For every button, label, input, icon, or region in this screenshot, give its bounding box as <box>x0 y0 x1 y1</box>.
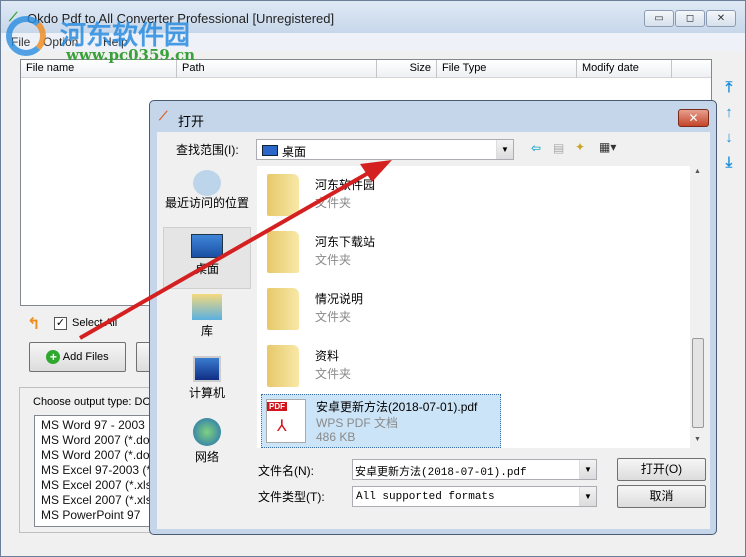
place-desktop[interactable]: 桌面 <box>163 227 251 289</box>
computer-icon <box>193 356 221 382</box>
folder-icon <box>267 288 299 330</box>
column-modify-date[interactable]: Modify date <box>577 60 672 78</box>
add-files-label: Add Files <box>62 351 109 363</box>
filetype-combo[interactable]: All supported formats ▼ <box>352 486 597 507</box>
list-item[interactable]: MS Word 2007 (*.do <box>41 448 150 463</box>
folder-icon <box>267 174 299 216</box>
view-menu-icon[interactable]: ▦▾ <box>599 140 616 154</box>
list-item[interactable]: MS Word 2007 (*.do <box>41 433 150 448</box>
new-folder-icon[interactable]: ✦ <box>575 140 585 154</box>
desktop-icon <box>262 145 278 156</box>
column-file-type[interactable]: File Type <box>437 60 577 78</box>
dialog-close-button[interactable]: ✕ <box>678 109 709 127</box>
file-list[interactable]: 河东软件园 文件夹 河东下载站 文件夹 情况说明 文件夹 资料 文件夹 PDF ⅄ 安卓… <box>257 166 706 448</box>
file-name: 河东软件园 <box>315 178 376 192</box>
scrollbar[interactable]: ▲ ▼ <box>690 166 706 448</box>
file-name: 河东下载站 <box>315 235 376 249</box>
recent-places-icon <box>193 170 221 196</box>
output-type-label: Choose output type: DO <box>33 396 152 408</box>
chevron-down-icon[interactable]: ▼ <box>496 140 513 159</box>
file-name: 资料 <box>315 349 340 363</box>
column-size[interactable]: Size <box>377 60 437 78</box>
look-in-value: 桌面 <box>282 145 307 159</box>
watermark-logo <box>6 16 46 56</box>
output-type-list[interactable]: MS Word 97 - 2003 MS Word 2007 (*.do MS … <box>34 415 159 527</box>
list-item[interactable]: MS Word 97 - 2003 <box>41 418 145 433</box>
list-item[interactable]: MS PowerPoint 97 <box>41 508 140 523</box>
dialog-title: 打开 <box>178 114 205 129</box>
move-down-icon[interactable]: ↓ <box>721 130 737 146</box>
file-name: 情况说明 <box>315 292 364 306</box>
place-network[interactable]: 网络 <box>163 418 251 465</box>
file-size: 486 KB <box>316 430 356 444</box>
filename-input[interactable]: 安卓更新方法(2018-07-01).pdf <box>355 463 527 479</box>
place-label: 库 <box>200 324 213 338</box>
select-all-checkbox[interactable]: ✓ <box>54 317 67 330</box>
watermark-url: www.pc0359.cn <box>66 46 196 64</box>
desktop-icon <box>191 234 223 258</box>
open-file-dialog: ⟋ 打开 ✕ 查找范围(I): 桌面 ▼ ⇦ ▤ ✦ ▦▾ 最近访问的位置 桌面… <box>149 100 717 535</box>
chevron-down-icon[interactable]: ▼ <box>579 460 596 479</box>
list-item[interactable]: MS Excel 2007 (*.xls <box>41 493 152 508</box>
place-library[interactable]: 库 <box>163 294 251 339</box>
file-type: 文件夹 <box>315 310 352 324</box>
minimize-button[interactable]: ▭ <box>644 10 674 27</box>
scroll-down-icon[interactable]: ▼ <box>694 436 701 443</box>
dialog-body: 查找范围(I): 桌面 ▼ ⇦ ▤ ✦ ▦▾ 最近访问的位置 桌面 库 计算机 … <box>157 132 710 529</box>
file-type: 文件夹 <box>315 196 352 210</box>
place-label: 最近访问的位置 <box>164 196 249 210</box>
file-type: WPS PDF 文档 <box>316 416 399 430</box>
list-item[interactable]: 情况说明 文件夹 <box>261 284 501 338</box>
library-icon <box>192 294 222 320</box>
up-folder-icon[interactable]: ▤ <box>553 141 564 155</box>
pdf-file-icon: PDF ⅄ <box>266 399 306 443</box>
place-label: 网络 <box>194 450 219 464</box>
dialog-icon: ⟋ <box>159 109 168 123</box>
file-type: 文件夹 <box>315 253 352 267</box>
list-item[interactable]: 资料 文件夹 <box>261 341 501 395</box>
list-item[interactable]: 河东下载站 文件夹 <box>261 227 501 281</box>
file-name: 安卓更新方法(2018-07-01).pdf <box>316 400 478 414</box>
folder-icon <box>267 231 299 273</box>
file-type: 文件夹 <box>315 367 352 381</box>
pdf-badge: PDF <box>267 402 287 411</box>
plus-icon: + <box>46 350 61 365</box>
back-icon[interactable]: ⇦ <box>531 141 541 155</box>
cancel-button[interactable]: 取消 <box>617 485 706 508</box>
filename-combo[interactable]: 安卓更新方法(2018-07-01).pdf ▼ <box>352 459 597 480</box>
list-item-selected[interactable]: PDF ⅄ 安卓更新方法(2018-07-01).pdf WPS PDF 文档 … <box>261 394 501 448</box>
select-all-label: Select All <box>72 317 118 329</box>
place-computer[interactable]: 计算机 <box>163 356 251 401</box>
filetype-value: All supported formats <box>356 491 495 503</box>
list-item[interactable]: MS Excel 2007 (*.xls <box>41 478 152 493</box>
column-path[interactable]: Path <box>177 60 377 78</box>
filename-label: 文件名(N): <box>258 464 314 478</box>
chevron-down-icon[interactable]: ▼ <box>579 487 596 506</box>
look-in-combo[interactable]: 桌面 ▼ <box>256 139 514 160</box>
list-item[interactable]: 河东软件园 文件夹 <box>261 170 501 224</box>
add-files-button[interactable]: + Add Files <box>29 342 126 372</box>
move-bottom-icon[interactable]: ⤓ <box>721 155 737 171</box>
filetype-label: 文件类型(T): <box>258 490 325 504</box>
place-recent[interactable]: 最近访问的位置 <box>163 170 251 210</box>
folder-icon <box>267 345 299 387</box>
maximize-button[interactable]: ◻ <box>675 10 705 27</box>
network-icon <box>193 418 221 446</box>
close-button[interactable]: ✕ <box>706 10 736 27</box>
scrollbar-thumb[interactable] <box>692 338 704 428</box>
open-button[interactable]: 打开(O) <box>617 458 706 481</box>
place-label: 桌面 <box>194 262 219 276</box>
look-in-label: 查找范围(I): <box>176 143 239 157</box>
list-item[interactable]: MS Excel 97-2003 (* <box>41 463 151 478</box>
scroll-up-icon[interactable]: ▲ <box>694 168 701 175</box>
acrobat-icon: ⅄ <box>277 418 287 435</box>
move-up-icon[interactable]: ↑ <box>721 105 737 121</box>
up-folder-icon[interactable]: ↰ <box>27 314 40 334</box>
move-top-icon[interactable]: ⤒ <box>721 80 737 96</box>
place-label: 计算机 <box>188 386 225 400</box>
